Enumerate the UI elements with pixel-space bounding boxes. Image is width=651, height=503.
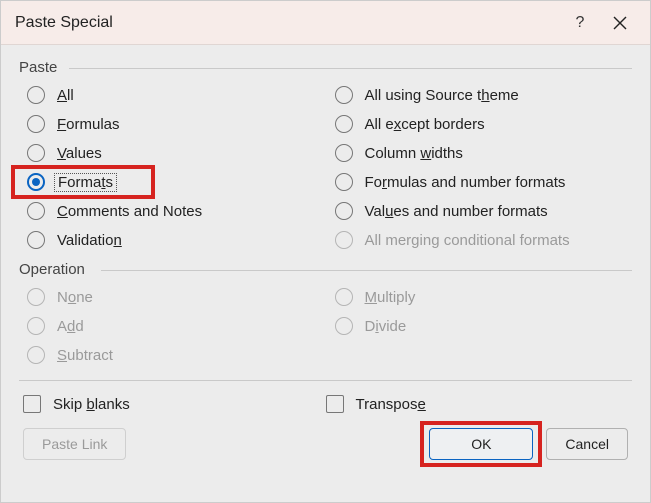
radio-op-left-1: Add — [23, 315, 321, 337]
radio-label: Multiply — [365, 289, 416, 306]
radio-op-left-2: Subtract — [23, 344, 321, 366]
radio-label: Column widths — [365, 145, 463, 162]
ok-button[interactable]: OK — [429, 428, 533, 460]
radio-label: All merging conditional formats — [365, 232, 570, 249]
radio-icon — [27, 86, 45, 104]
dialog-body: Paste AllAll using Source themeFormulasA… — [1, 45, 650, 502]
checkbox-icon — [23, 395, 41, 413]
skip-blanks-checkbox[interactable]: Skip blanks — [23, 395, 326, 413]
radio-paste-right-2[interactable]: Column widths — [331, 142, 629, 164]
radio-icon — [27, 202, 45, 220]
radio-icon — [335, 173, 353, 191]
checkbox-icon — [326, 395, 344, 413]
radio-icon — [335, 231, 353, 249]
radio-icon — [27, 231, 45, 249]
radio-label: All — [57, 87, 74, 104]
radio-icon — [335, 115, 353, 133]
paste-link-button: Paste Link — [23, 428, 126, 460]
radio-label: Validation — [57, 232, 122, 249]
radio-icon — [27, 288, 45, 306]
close-icon — [613, 16, 627, 30]
radio-icon — [335, 317, 353, 335]
radio-icon — [335, 288, 353, 306]
radio-label: Comments and Notes — [57, 203, 202, 220]
radio-paste-right-0[interactable]: All using Source theme — [331, 84, 629, 106]
paste-options: All All using Source theme Formulas All exc… — [19, 82, 632, 257]
transpose-checkbox[interactable]: Transpose — [326, 395, 629, 413]
radio-paste-left-3[interactable]: Formats — [23, 171, 321, 193]
radio-paste-right-5: All merging conditional formats — [331, 229, 629, 251]
operation-options: None Multiply Add Divide Subtract — [19, 284, 632, 372]
skip-blanks-label: Skip blanks — [53, 396, 130, 413]
radio-label: Subtract — [57, 347, 113, 364]
radio-label: Formulas and number formats — [365, 174, 566, 191]
radio-icon — [27, 115, 45, 133]
transpose-label: Transpose — [356, 396, 426, 413]
divider — [19, 380, 632, 381]
radio-label: None — [57, 289, 93, 306]
radio-op-right-1: Divide — [331, 315, 629, 337]
group-label-paste: Paste — [19, 59, 632, 76]
radio-op-right-0: Multiply — [331, 286, 629, 308]
group-label-operation: Operation — [19, 261, 632, 278]
ok-highlight: OK — [426, 425, 536, 463]
radio-label: All except borders — [365, 116, 485, 133]
cancel-button[interactable]: Cancel — [546, 428, 628, 460]
radio-label: Add — [57, 318, 84, 335]
radio-paste-left-5[interactable]: Validation — [23, 229, 321, 251]
radio-paste-right-4[interactable]: Values and number formats — [331, 200, 629, 222]
radio-label: All using Source theme — [365, 87, 519, 104]
radio-icon — [27, 144, 45, 162]
radio-label: Formulas — [57, 116, 120, 133]
close-button[interactable] — [600, 3, 640, 43]
dialog-title: Paste Special — [15, 14, 560, 32]
dialog-footer: Paste Link OK Cancel — [19, 423, 632, 467]
radio-paste-left-2[interactable]: Values — [23, 142, 321, 164]
radio-paste-left-0[interactable]: All — [23, 84, 321, 106]
radio-icon — [335, 144, 353, 162]
radio-label: Formats — [57, 174, 117, 191]
radio-icon — [27, 317, 45, 335]
radio-paste-left-4[interactable]: Comments and Notes — [23, 200, 321, 222]
radio-op-left-0: None — [23, 286, 321, 308]
radio-icon — [335, 86, 353, 104]
radio-label: Divide — [365, 318, 407, 335]
radio-label: Values and number formats — [365, 203, 548, 220]
radio-icon — [27, 173, 45, 191]
help-button[interactable]: ? — [560, 3, 600, 43]
radio-icon — [335, 202, 353, 220]
radio-paste-right-3[interactable]: Formulas and number formats — [331, 171, 629, 193]
paste-special-dialog: Paste Special ? Paste All All using Sourc… — [0, 0, 651, 503]
radio-label: Values — [57, 145, 102, 162]
checkbox-row: Skip blanks Transpose — [19, 391, 632, 423]
radio-paste-left-1[interactable]: Formulas — [23, 113, 321, 135]
radio-paste-right-1[interactable]: All except borders — [331, 113, 629, 135]
radio-icon — [27, 346, 45, 364]
titlebar: Paste Special ? — [1, 1, 650, 45]
